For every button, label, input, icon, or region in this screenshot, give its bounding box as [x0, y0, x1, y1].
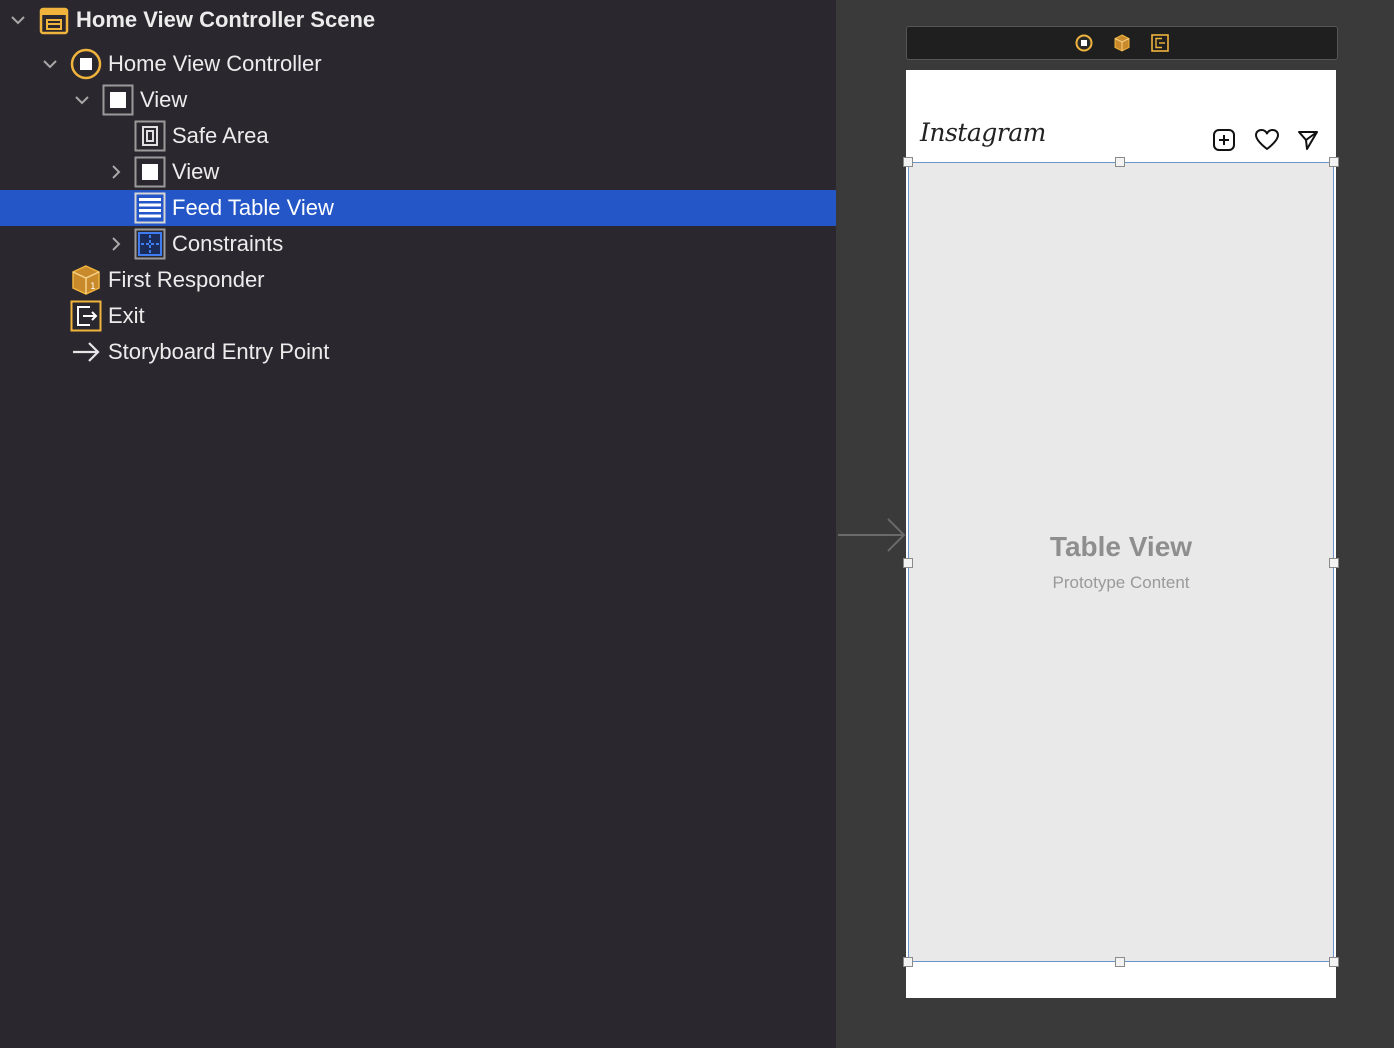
resize-handle-bottom-right[interactable] — [1329, 957, 1339, 967]
view-controller-icon — [70, 48, 102, 80]
arrow-right-icon — [73, 342, 100, 362]
outline-row-label: First Responder — [108, 267, 265, 292]
constraints-icon — [134, 228, 166, 260]
outline-row-label: Home View Controller — [108, 51, 322, 76]
outline-row-subview[interactable]: View — [0, 154, 836, 190]
svg-text:1: 1 — [90, 282, 96, 292]
chevron-down-icon[interactable] — [42, 56, 58, 72]
chevron-down-icon[interactable] — [74, 92, 90, 108]
outline-row-label: Constraints — [172, 231, 284, 256]
entry-point-arrow[interactable] — [836, 515, 906, 555]
scene-icon — [39, 7, 69, 35]
outline-row-label: Feed Table View — [172, 195, 334, 220]
safe-area-icon — [134, 120, 166, 152]
resize-handle-bottom-left[interactable] — [903, 957, 913, 967]
resize-handle-top-left[interactable] — [903, 157, 913, 167]
outline-row-label: View — [140, 87, 188, 112]
outline-row-label: Safe Area — [172, 123, 269, 148]
heart-icon[interactable] — [1254, 128, 1280, 152]
outline-row-view-controller[interactable]: Home View Controller — [0, 46, 836, 82]
outline-row-label: Exit — [108, 303, 145, 328]
resize-handle-left[interactable] — [903, 558, 913, 568]
resize-handle-top[interactable] — [1115, 157, 1125, 167]
table-view-icon — [134, 192, 166, 224]
outline-row-label: Home View Controller Scene — [76, 7, 376, 32]
outline-row-first-responder[interactable]: 1 First Responder — [0, 262, 836, 298]
resize-handle-bottom[interactable] — [1115, 957, 1125, 967]
add-post-icon[interactable] — [1212, 128, 1236, 152]
outline-row-view[interactable]: View — [0, 82, 836, 118]
feed-table-view[interactable]: Table View Prototype Content — [908, 162, 1334, 962]
table-view-placeholder-title: Table View — [1049, 531, 1193, 562]
view-controller-icon[interactable] — [1075, 34, 1093, 52]
resize-handle-top-right[interactable] — [1329, 157, 1339, 167]
instagram-logo: Instagram — [920, 118, 1046, 147]
outline-row-exit[interactable]: Exit — [0, 298, 836, 334]
exit-icon[interactable] — [1151, 34, 1169, 52]
view-icon — [134, 156, 166, 188]
first-responder-icon[interactable] — [1113, 34, 1131, 52]
first-responder-icon: 1 — [72, 265, 100, 295]
outline-row-feed-table-view[interactable]: Feed Table View — [0, 190, 836, 226]
storyboard-canvas[interactable]: Instagram Table View Prototype Content — [836, 0, 1394, 1048]
view-icon — [102, 84, 134, 116]
view-controller-view[interactable]: Instagram Table View Prototype Content — [903, 70, 1339, 998]
custom-navbar[interactable]: Instagram — [906, 116, 1336, 162]
send-icon[interactable] — [1297, 129, 1319, 151]
chevron-right-icon[interactable] — [108, 164, 124, 180]
exit-icon — [70, 300, 102, 332]
resize-handle-right[interactable] — [1329, 558, 1339, 568]
scene-dock — [906, 26, 1338, 60]
document-outline: Home View Controller Scene Home View Con… — [0, 0, 836, 1048]
chevron-down-icon[interactable] — [10, 12, 26, 28]
outline-row-label: View — [172, 159, 220, 184]
outline-row-constraints[interactable]: Constraints — [0, 226, 836, 262]
chevron-right-icon[interactable] — [108, 236, 124, 252]
outline-row-label: Storyboard Entry Point — [108, 339, 330, 364]
outline-row-entry-point[interactable]: Storyboard Entry Point — [0, 334, 836, 370]
outline-row-scene[interactable]: Home View Controller Scene — [0, 2, 836, 38]
outline-row-safe-area[interactable]: Safe Area — [0, 118, 836, 154]
table-view-placeholder-subtitle: Prototype Content — [1052, 573, 1190, 592]
